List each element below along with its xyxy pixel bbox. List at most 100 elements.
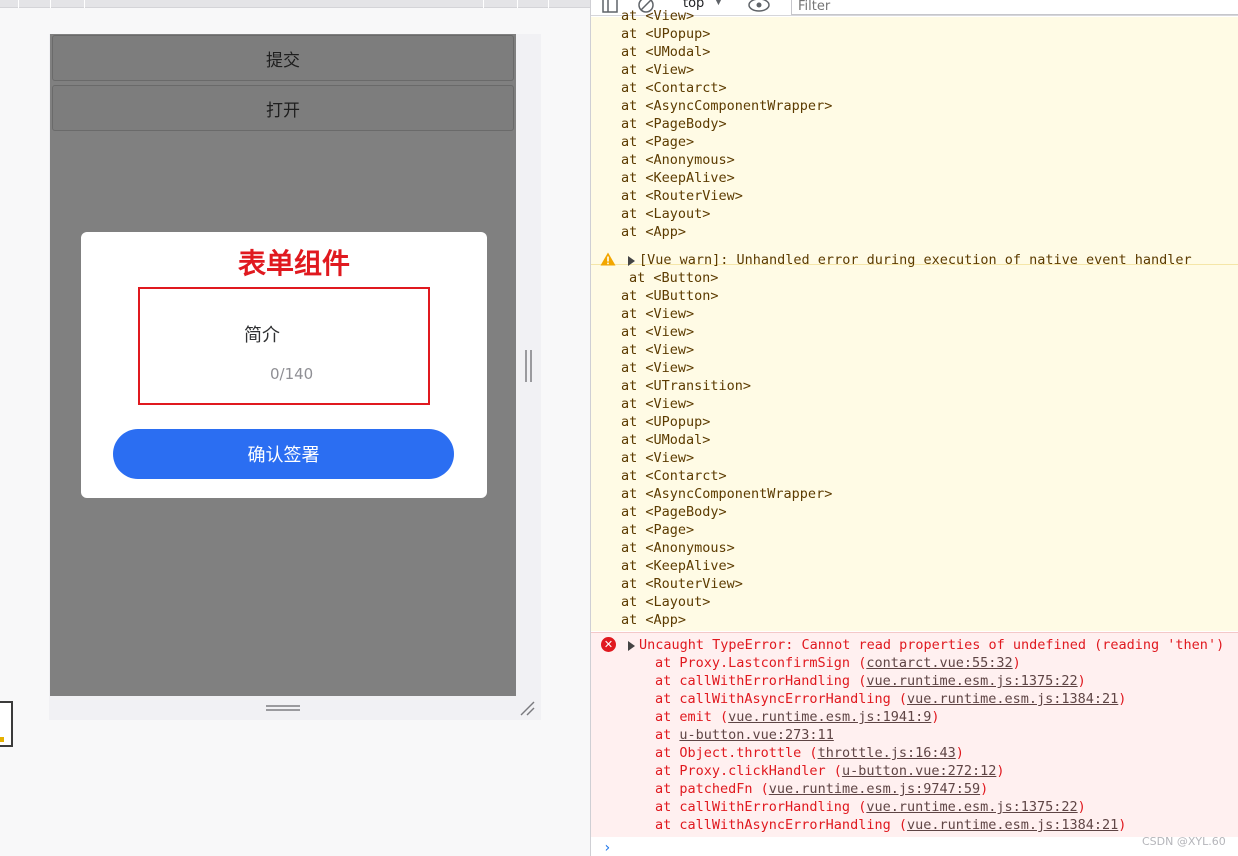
side-resize-handle[interactable] bbox=[525, 350, 532, 382]
trace-line: at <View> bbox=[621, 360, 695, 376]
trace-line: at <App> bbox=[621, 224, 687, 240]
stack-frame: at callWithErrorHandling (vue.runtime.es… bbox=[655, 799, 1086, 815]
device-screen: 提交 打开 表单组件 简介 0/140 确认签署 bbox=[50, 34, 516, 696]
modal-title: 表单组件 bbox=[237, 247, 350, 280]
trace-line: at <View> bbox=[621, 342, 695, 358]
stack-frame-fn: at Proxy.LastconfirmSign ( bbox=[655, 655, 867, 671]
stack-frame-end: ) bbox=[931, 709, 940, 725]
stack-frame: at emit (vue.runtime.esm.js:1941:9) bbox=[655, 709, 940, 725]
trace-line: at <Anonymous> bbox=[621, 540, 735, 556]
form-field-box[interactable]: 简介 0/140 bbox=[138, 287, 430, 405]
stack-frame-end: ) bbox=[1077, 799, 1086, 815]
device-emulator-pane: 提交 打开 表单组件 简介 0/140 确认签署 bbox=[0, 0, 590, 856]
trace-line: at <UPopup> bbox=[621, 26, 711, 42]
form-modal: 表单组件 简介 0/140 确认签署 bbox=[81, 232, 487, 498]
error-icon: ✕ bbox=[601, 637, 616, 652]
devtools-console: top ▼ at <View>at <UPopup>at <UModal>at … bbox=[590, 0, 1238, 856]
stack-frame-fn: at callWithAsyncErrorHandling ( bbox=[655, 691, 907, 707]
edge-widget[interactable] bbox=[0, 701, 13, 747]
trace-line: at <UTransition> bbox=[621, 378, 752, 394]
stack-frame: at Proxy.clickHandler (u-button.vue:272:… bbox=[655, 763, 1005, 779]
source-link[interactable]: vue.runtime.esm.js:1384:21 bbox=[907, 691, 1118, 707]
stack-frame-fn: at callWithErrorHandling ( bbox=[655, 799, 867, 815]
warning-message[interactable]: [Vue warn]: Unhandled error during execu… bbox=[639, 252, 1192, 268]
trace-line: at <AsyncComponentWrapper> bbox=[621, 98, 833, 114]
trace-line: at <PageBody> bbox=[621, 116, 727, 132]
trace-line: at <Page> bbox=[621, 134, 695, 150]
trace-line: at <View> bbox=[621, 306, 695, 322]
trace-line: at <Anonymous> bbox=[621, 152, 735, 168]
device-frame: 提交 打开 表单组件 简介 0/140 确认签署 bbox=[49, 34, 541, 720]
stack-frame: at u-button.vue:273:11 bbox=[655, 727, 834, 743]
trace-line: at <Layout> bbox=[621, 206, 711, 222]
sidebar-toggle-icon[interactable] bbox=[601, 0, 619, 14]
stack-frame: at Object.throttle (throttle.js:16:43) bbox=[655, 745, 964, 761]
source-link[interactable]: contarct.vue:55:32 bbox=[866, 655, 1012, 671]
trace-line: at <View> bbox=[621, 450, 695, 466]
chevron-down-icon[interactable]: ▼ bbox=[715, 0, 722, 7]
error-expand-icon[interactable] bbox=[628, 641, 635, 651]
trace-line: at <View> bbox=[621, 324, 695, 340]
stack-frame-end: ) bbox=[1077, 673, 1086, 689]
trace-line: at <UModal> bbox=[621, 44, 711, 60]
trace-line: at <KeepAlive> bbox=[621, 558, 735, 574]
error-message[interactable]: Uncaught TypeError: Cannot read properti… bbox=[639, 637, 1224, 653]
trace-line: at <Contarct> bbox=[621, 80, 727, 96]
stack-frame-end: ) bbox=[1012, 655, 1021, 671]
source-link[interactable]: u-button.vue:272:12 bbox=[842, 763, 996, 779]
stack-frame: at Proxy.LastconfirmSign (contarct.vue:5… bbox=[655, 655, 1021, 671]
char-counter: 0/140 bbox=[270, 365, 314, 383]
source-link[interactable]: vue.runtime.esm.js:1375:22 bbox=[866, 673, 1077, 689]
prompt-caret-icon: › bbox=[603, 840, 612, 856]
trace-line: at <View> bbox=[621, 62, 695, 78]
trace-line: at <UButton> bbox=[621, 288, 719, 304]
console-prompt[interactable]: › bbox=[591, 838, 1238, 856]
stack-frame-fn: at bbox=[655, 727, 680, 743]
stack-frame-fn: at emit ( bbox=[655, 709, 729, 725]
stack-frame-fn: at Proxy.clickHandler ( bbox=[655, 763, 842, 779]
source-link[interactable]: vue.runtime.esm.js:1375:22 bbox=[866, 799, 1077, 815]
warning-first-frame: at <Button> bbox=[629, 270, 719, 286]
source-link[interactable]: vue.runtime.esm.js:1941:9 bbox=[728, 709, 931, 725]
corner-resize-icon[interactable] bbox=[519, 700, 535, 716]
trace-line: at <App> bbox=[621, 612, 687, 628]
submit-button[interactable]: 提交 bbox=[52, 35, 514, 81]
stack-frame-end: ) bbox=[1118, 691, 1127, 707]
source-link[interactable]: throttle.js:16:43 bbox=[818, 745, 956, 761]
trace-line: at <KeepAlive> bbox=[621, 170, 735, 186]
trace-line: at <UModal> bbox=[621, 432, 711, 448]
eye-icon[interactable] bbox=[747, 0, 771, 14]
warning-icon bbox=[600, 252, 616, 266]
stack-frame: at patchedFn (vue.runtime.esm.js:9747:59… bbox=[655, 781, 988, 797]
trace-line: at <Page> bbox=[621, 522, 695, 538]
confirm-sign-button[interactable]: 确认签署 bbox=[113, 429, 454, 479]
trace-line: at <View> bbox=[621, 396, 695, 412]
stack-frame: at callWithAsyncErrorHandling (vue.runti… bbox=[655, 691, 1126, 707]
stack-frame-end: ) bbox=[980, 781, 989, 797]
trace-line: at <AsyncComponentWrapper> bbox=[621, 486, 833, 502]
trace-line: at <PageBody> bbox=[621, 504, 727, 520]
bottom-resize-handle[interactable] bbox=[266, 705, 300, 711]
filter-input[interactable] bbox=[791, 0, 1238, 15]
stack-frame-fn: at callWithErrorHandling ( bbox=[655, 673, 867, 689]
stack-frame-fn: at Object.throttle ( bbox=[655, 745, 818, 761]
trace-line: at <UPopup> bbox=[621, 414, 711, 430]
stack-frame-fn: at patchedFn ( bbox=[655, 781, 769, 797]
stack-frame-end: ) bbox=[955, 745, 964, 761]
source-link[interactable]: vue.runtime.esm.js:1384:21 bbox=[907, 817, 1118, 833]
source-link[interactable]: vue.runtime.esm.js:9747:59 bbox=[769, 781, 980, 797]
top-ruler bbox=[0, 0, 590, 8]
intro-label: 简介 bbox=[244, 325, 280, 346]
trace-line: at <Layout> bbox=[621, 594, 711, 610]
warning-expand-icon[interactable] bbox=[628, 256, 635, 266]
source-link[interactable]: u-button.vue:273:11 bbox=[679, 727, 833, 743]
trace-line: at <View> bbox=[621, 8, 695, 24]
stack-frame-end: ) bbox=[996, 763, 1005, 779]
stack-frame: at callWithAsyncErrorHandling (vue.runti… bbox=[655, 817, 1126, 833]
watermark: CSDN @XYL.60 bbox=[1142, 835, 1226, 848]
stack-frame-fn: at callWithAsyncErrorHandling ( bbox=[655, 817, 907, 833]
device-bottom-bar bbox=[50, 696, 516, 720]
open-button[interactable]: 打开 bbox=[52, 85, 514, 131]
trace-line: at <RouterView> bbox=[621, 188, 743, 204]
trace-line: at <Contarct> bbox=[621, 468, 727, 484]
